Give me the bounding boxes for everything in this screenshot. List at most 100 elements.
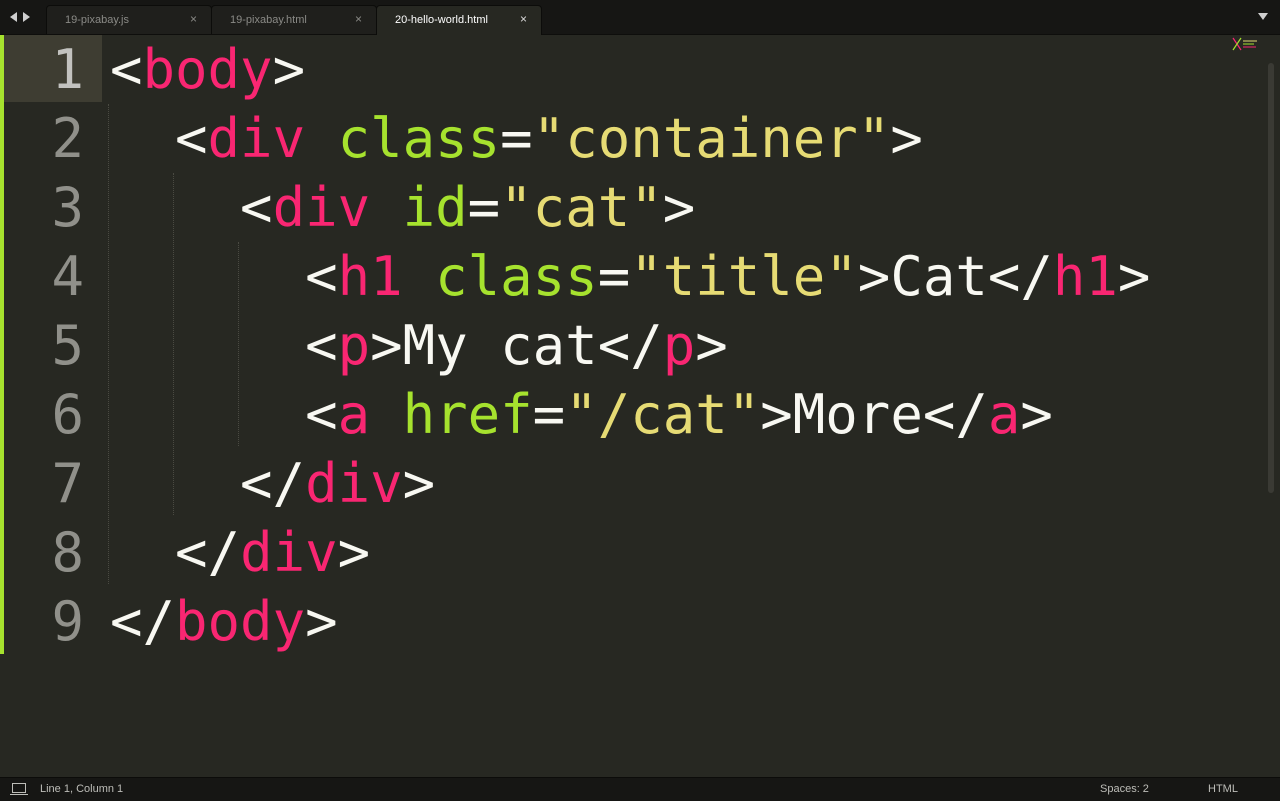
code-token: href bbox=[402, 383, 533, 446]
code-token: div bbox=[207, 107, 306, 170]
code-line: 9 </body> bbox=[0, 587, 1240, 656]
line-number: 6 bbox=[51, 383, 84, 446]
tab-19-pixabay-js[interactable]: 19-pixabay.js × bbox=[46, 5, 212, 34]
minimap-icon[interactable] bbox=[1232, 37, 1258, 51]
code-line: 6 <a href="/cat">More</a> bbox=[0, 380, 1240, 449]
code-token: > bbox=[890, 107, 923, 170]
code-token: </ bbox=[922, 383, 988, 446]
line-number: 4 bbox=[51, 245, 84, 308]
code-token: a bbox=[987, 383, 1021, 446]
code-text: <p>My cat</p> bbox=[110, 311, 728, 380]
code-token: > bbox=[272, 38, 306, 101]
code-token: > bbox=[695, 314, 728, 377]
code-text: <div id="cat"> bbox=[110, 173, 695, 242]
code-text: <body> bbox=[110, 35, 305, 104]
code-token: div bbox=[272, 176, 371, 239]
code-token: </ bbox=[175, 521, 241, 584]
panel-toggle-icon[interactable] bbox=[10, 783, 28, 795]
code-token: p bbox=[662, 314, 696, 377]
line-number: 8 bbox=[51, 521, 84, 584]
arrow-right-icon[interactable] bbox=[23, 12, 30, 22]
code-text: </div> bbox=[110, 449, 435, 518]
tab-label: 20-hello-world.html bbox=[395, 14, 488, 26]
code-token: = bbox=[467, 176, 501, 239]
code-text: </body> bbox=[110, 587, 338, 656]
code-token: = bbox=[532, 383, 566, 446]
code-token: > bbox=[1117, 245, 1151, 308]
indentation-setting[interactable]: Spaces: 2 bbox=[1100, 783, 1149, 795]
code-token: > bbox=[337, 521, 371, 584]
syntax-selector[interactable]: HTML bbox=[1208, 783, 1238, 795]
tab-menu-chevron-down-icon[interactable] bbox=[1258, 13, 1268, 20]
code-text: <h1 class="title">Cat</h1> bbox=[110, 242, 1150, 311]
code-token: body bbox=[142, 38, 273, 101]
code-token: div bbox=[240, 521, 338, 584]
code-token: "/cat" bbox=[565, 383, 761, 446]
vertical-scrollbar[interactable] bbox=[1268, 63, 1274, 493]
code-token: > bbox=[760, 383, 793, 446]
code-token: </ bbox=[987, 245, 1053, 308]
line-number: 1 bbox=[51, 38, 84, 101]
close-icon[interactable]: × bbox=[355, 13, 362, 25]
code-text: </div> bbox=[110, 518, 370, 587]
code-line: 5 <p>My cat</p> bbox=[0, 311, 1240, 380]
tab-20-hello-world-html[interactable]: 20-hello-world.html × bbox=[376, 5, 542, 35]
code-token: < bbox=[305, 383, 338, 446]
code-token: h1 bbox=[337, 245, 403, 308]
code-line: 2 <div class="container"> bbox=[0, 104, 1240, 173]
code-token: "title" bbox=[630, 245, 858, 308]
code-token: id bbox=[402, 176, 468, 239]
code-token: = bbox=[500, 107, 533, 170]
line-number: 3 bbox=[51, 176, 84, 239]
tab-19-pixabay-html[interactable]: 19-pixabay.html × bbox=[211, 5, 377, 34]
code-line: 8 </div> bbox=[0, 518, 1240, 587]
code-token: p bbox=[337, 314, 371, 377]
code-token: > bbox=[370, 314, 403, 377]
code-editor[interactable]: 1 <body> 2 <div class="container"> 3 <div i… bbox=[0, 35, 1280, 777]
close-icon[interactable]: × bbox=[520, 13, 527, 25]
close-icon[interactable]: × bbox=[190, 13, 197, 25]
code-token: > bbox=[857, 245, 891, 308]
code-token: < bbox=[175, 107, 208, 170]
cursor-position: Line 1, Column 1 bbox=[40, 783, 124, 795]
line-number: 9 bbox=[51, 590, 84, 653]
code-line: 7 </div> bbox=[0, 449, 1240, 518]
tab-label: 19-pixabay.html bbox=[230, 14, 307, 26]
tab-bar: 19-pixabay.js × 19-pixabay.html × 20-hel… bbox=[0, 0, 1280, 35]
code-token: > bbox=[662, 176, 696, 239]
code-token: My cat bbox=[402, 314, 598, 377]
code-token: = bbox=[597, 245, 631, 308]
line-number: 2 bbox=[51, 107, 84, 170]
code-token: div bbox=[305, 452, 403, 515]
code-token: > bbox=[1020, 383, 1053, 446]
code-token: "cat" bbox=[500, 176, 663, 239]
code-token: > bbox=[402, 452, 436, 515]
code-token: < bbox=[305, 314, 338, 377]
line-number: 7 bbox=[51, 452, 84, 515]
code-token: More bbox=[792, 383, 923, 446]
code-token: </ bbox=[597, 314, 663, 377]
code-token: h1 bbox=[1052, 245, 1118, 308]
code-token: </ bbox=[110, 590, 176, 653]
code-token: < bbox=[305, 245, 338, 308]
code-line: 4 <h1 class="title">Cat</h1> bbox=[0, 242, 1240, 311]
line-number: 5 bbox=[51, 314, 84, 377]
code-token: </ bbox=[240, 452, 306, 515]
code-token: < bbox=[240, 176, 273, 239]
code-token: class bbox=[337, 107, 501, 170]
status-bar: Line 1, Column 1 Spaces: 2 HTML bbox=[0, 777, 1280, 801]
code-token: "container" bbox=[532, 107, 891, 170]
code-line: 1 <body> bbox=[0, 35, 1240, 104]
arrow-left-icon[interactable] bbox=[10, 12, 17, 22]
tab-label: 19-pixabay.js bbox=[65, 14, 129, 26]
code-token: < bbox=[110, 38, 143, 101]
